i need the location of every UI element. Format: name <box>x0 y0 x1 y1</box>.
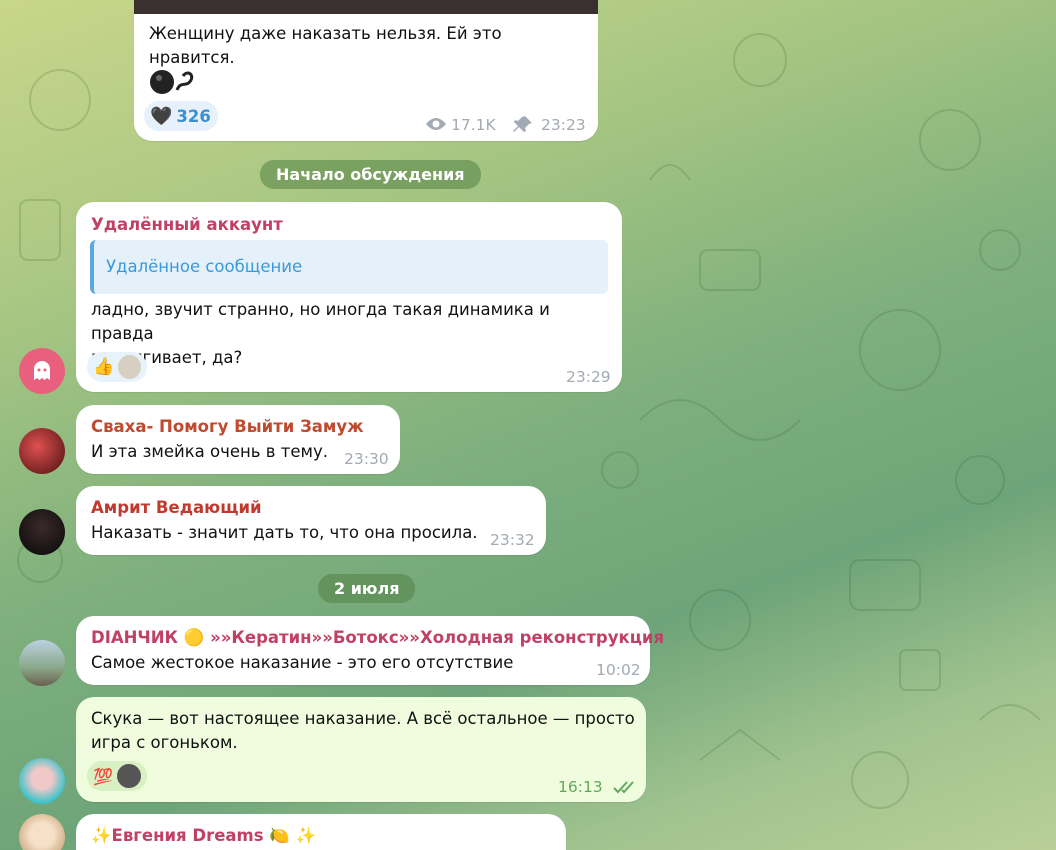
pin-icon <box>513 115 533 137</box>
message-bubble[interactable]: ✨Евгения Dreams 🍋 ✨ <box>76 814 566 850</box>
message-time: 16:13 <box>558 778 603 796</box>
own-message-bubble[interactable]: Скука — вот настоящее наказание. А всё о… <box>76 697 646 802</box>
double-check-icon <box>613 779 637 799</box>
message-time: 23:30 <box>344 450 389 468</box>
message-reaction[interactable]: 💯 <box>87 761 147 791</box>
message-bubble[interactable]: Сваха- Помогу Выйти Замуж И эта змейка о… <box>76 405 400 474</box>
avatar[interactable] <box>19 814 65 850</box>
reactor-avatar <box>118 355 141 379</box>
avatar[interactable] <box>19 640 65 686</box>
message-author[interactable]: DIAНЧИК 🟡 »»Кератин»»Ботокс»»Холодная ре… <box>91 628 664 648</box>
avatar[interactable] <box>19 428 65 474</box>
ghost-icon <box>34 361 50 380</box>
hundred-reaction-icon: 💯 <box>93 766 113 786</box>
message-text: Наказать - значит дать то, что она проси… <box>91 523 478 542</box>
channel-post: Женщину даже наказать нельзя. Ей это нра… <box>134 0 598 141</box>
avatar[interactable] <box>19 509 65 555</box>
message-author[interactable]: Удалённый аккаунт <box>91 215 283 234</box>
message-reaction[interactable]: 👍 <box>87 352 147 382</box>
message-text: И эта змейка очень в тему. <box>91 442 328 461</box>
message-time: 23:29 <box>566 368 611 386</box>
message-author[interactable]: Сваха- Помогу Выйти Замуж <box>91 417 364 436</box>
reply-quote[interactable]: Удалённое сообщение <box>90 240 608 294</box>
eye-icon <box>425 116 447 135</box>
post-media-strip <box>134 0 598 14</box>
heart-reaction-icon: 🖤 <box>150 105 173 127</box>
avatar[interactable] <box>19 758 65 804</box>
message-text: Самое жестокое наказание - это его отсут… <box>91 653 514 672</box>
reply-quote-text: Удалённое сообщение <box>106 257 303 276</box>
message-bubble[interactable]: DIAНЧИК 🟡 »»Кератин»»Ботокс»»Холодная ре… <box>76 616 664 685</box>
post-time: 23:23 <box>541 116 586 134</box>
message-bubble[interactable]: Амрит Ведающий Наказать - значит дать то… <box>76 486 546 555</box>
message-time: 23:32 <box>490 531 535 549</box>
reaction-count: 326 <box>176 106 211 126</box>
message-bubble[interactable]: Удалённый аккаунт Удалённое сообщение ла… <box>76 202 622 392</box>
post-reaction[interactable]: 🖤 326 <box>144 101 218 131</box>
message-author[interactable]: Амрит Ведающий <box>91 498 262 517</box>
discussion-start-pill: Начало обсуждения <box>260 160 481 189</box>
thumbs-up-reaction-icon: 👍 <box>93 357 115 377</box>
views-count: 17.1K <box>451 116 496 134</box>
post-text: Женщину даже наказать нельзя. Ей это нра… <box>149 24 502 67</box>
reactor-avatar <box>116 764 141 788</box>
message-text: Скука — вот настоящее наказание. А всё о… <box>91 709 635 752</box>
message-time: 10:02 <box>596 661 641 679</box>
message-author[interactable]: ✨Евгения Dreams 🍋 ✨ <box>91 826 316 846</box>
snake-icon <box>149 68 201 96</box>
date-pill: 2 июля <box>318 574 416 603</box>
message-text: ладно, звучит странно, но иногда такая д… <box>91 300 550 367</box>
avatar[interactable] <box>19 348 65 394</box>
